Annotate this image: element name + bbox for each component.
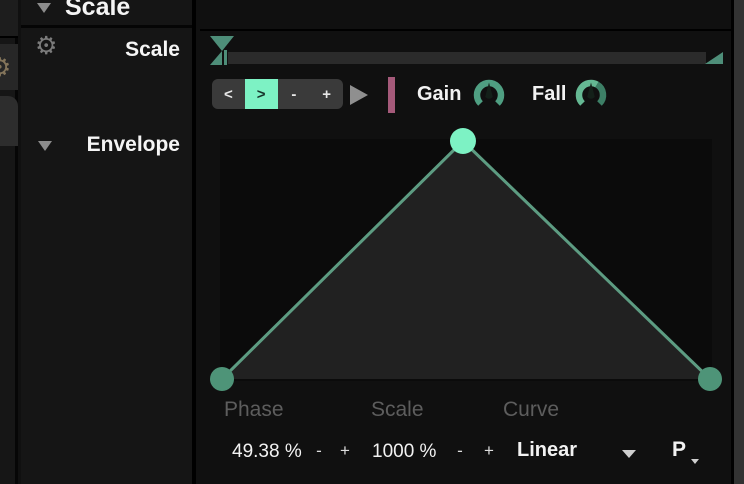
sidebar-envelope-label: Envelope bbox=[21, 133, 180, 157]
panel-divider bbox=[200, 29, 731, 31]
scale-label: Scale bbox=[371, 398, 424, 422]
play-icon[interactable] bbox=[350, 85, 368, 105]
gear-icon: ⚙ bbox=[0, 52, 11, 83]
phase-decrement-button[interactable]: - bbox=[310, 439, 328, 463]
left-dock-tab-settings[interactable]: ⚙ bbox=[0, 44, 18, 90]
sidebar-header-label: Scale bbox=[65, 0, 130, 22]
curve-select[interactable]: Linear bbox=[517, 439, 577, 462]
envelope-point-handle[interactable] bbox=[210, 367, 234, 391]
sidebar-header-scale[interactable]: Scale bbox=[21, 0, 192, 28]
curve-label: Curve bbox=[503, 398, 559, 422]
sidebar-scale-label: Scale bbox=[21, 38, 180, 62]
nav-prev-button[interactable]: < bbox=[212, 79, 245, 109]
slider-end-marker[interactable] bbox=[702, 50, 724, 64]
level-meter bbox=[388, 77, 395, 113]
chevron-down-icon[interactable] bbox=[37, 3, 51, 13]
zoom-scrollbar-track[interactable] bbox=[228, 52, 706, 64]
envelope-point-handle[interactable] bbox=[698, 367, 722, 391]
plus-button[interactable]: + bbox=[310, 79, 343, 109]
minus-button[interactable]: - bbox=[278, 79, 311, 109]
sidebar: Scale ⚙ Scale Envelope bbox=[21, 0, 196, 484]
slider-start-marker[interactable] bbox=[208, 34, 236, 66]
preset-button[interactable]: P bbox=[672, 438, 686, 462]
nav-next-button[interactable]: > bbox=[245, 79, 278, 109]
phase-label: Phase bbox=[224, 398, 284, 422]
scale-decrement-button[interactable]: - bbox=[451, 439, 469, 463]
envelope-point-handle-selected[interactable] bbox=[450, 128, 476, 154]
scale-value-field[interactable]: 1000 % bbox=[372, 441, 436, 463]
preset-caret-icon bbox=[691, 459, 699, 464]
plugin-window: ⚙ Scale ⚙ Scale Envelope < > - + Gain bbox=[0, 0, 744, 484]
left-dock-top-block bbox=[0, 0, 18, 38]
nav-button-group: < > - + bbox=[212, 79, 343, 109]
left-dock-strip: ⚙ bbox=[0, 0, 18, 484]
scale-increment-button[interactable]: + bbox=[480, 439, 498, 463]
gain-knob[interactable] bbox=[472, 78, 506, 112]
envelope-canvas[interactable] bbox=[220, 139, 712, 381]
fall-knob[interactable] bbox=[574, 78, 608, 112]
left-dock-tab[interactable] bbox=[0, 96, 18, 146]
envelope-shape bbox=[222, 141, 710, 379]
gain-label: Gain bbox=[417, 83, 461, 106]
chevron-down-icon[interactable] bbox=[622, 450, 636, 458]
right-scrollbar-track[interactable] bbox=[731, 0, 744, 484]
phase-value-field[interactable]: 49.38 % bbox=[232, 441, 302, 463]
phase-increment-button[interactable]: + bbox=[336, 439, 354, 463]
fall-label: Fall bbox=[532, 83, 566, 106]
